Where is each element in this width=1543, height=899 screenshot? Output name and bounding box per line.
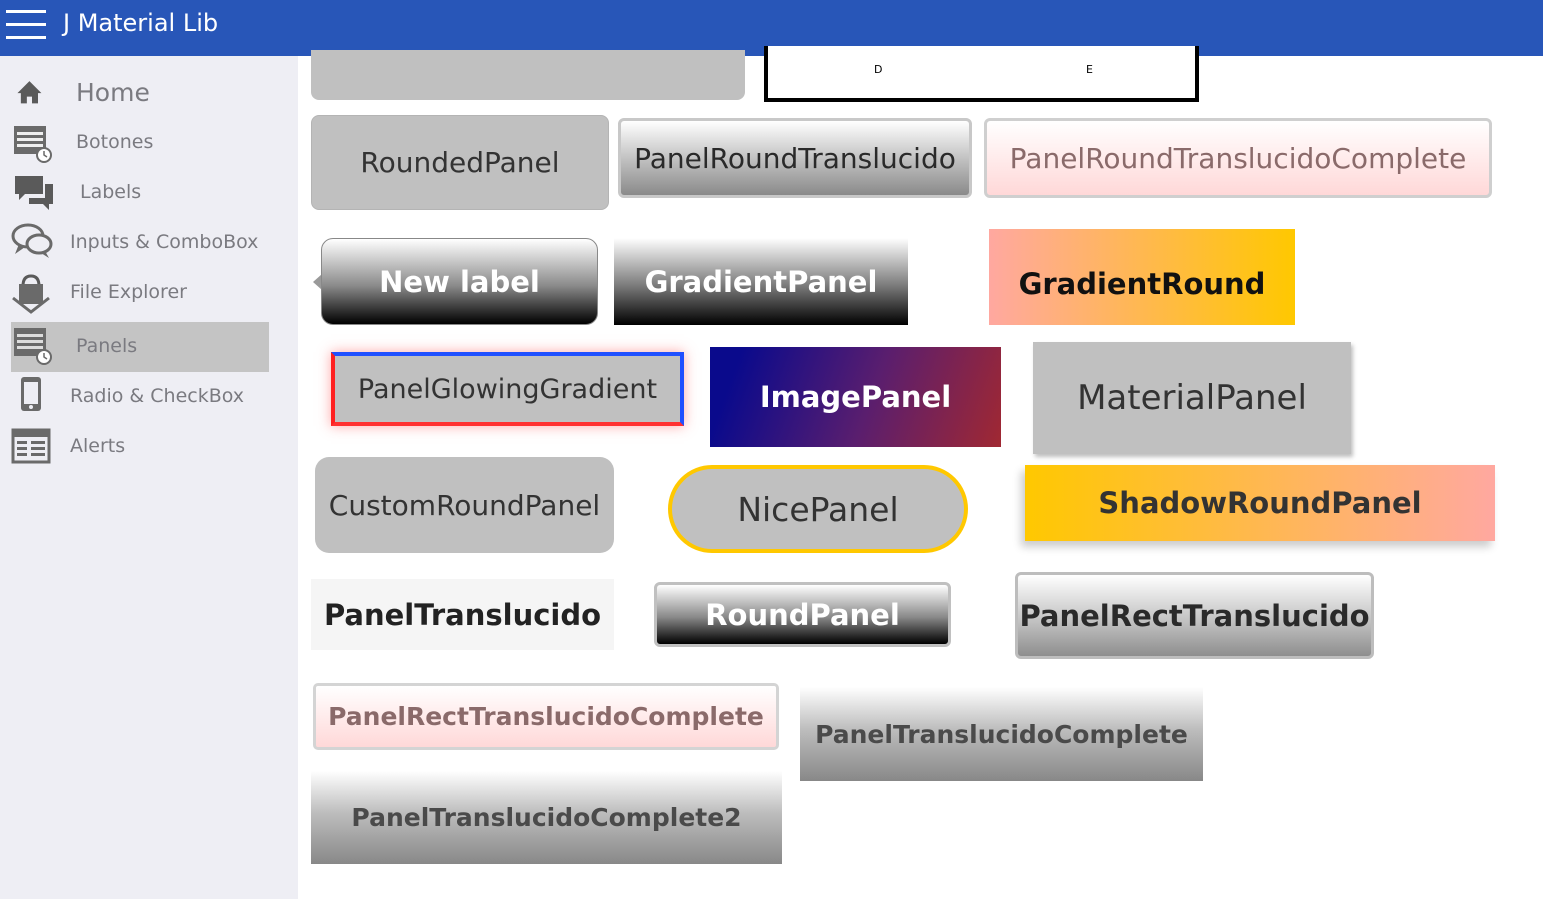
box-label-d: D — [874, 63, 883, 76]
panel-round-translucido-label: PanelRoundTranslucido — [634, 141, 956, 175]
phone-icon — [21, 377, 41, 411]
sidebar-item-labels[interactable]: Labels — [11, 174, 269, 224]
image-panel-label: ImagePanel — [759, 380, 952, 414]
custom-round-panel: CustomRoundPanel — [315, 457, 614, 553]
sidebar-item-label: Home — [76, 78, 150, 107]
round-panel-label: RoundPanel — [705, 597, 900, 632]
box-label-e: E — [1086, 63, 1093, 76]
material-panel: MaterialPanel — [1033, 342, 1351, 454]
nice-panel-label: NicePanel — [737, 489, 899, 529]
sidebar-item-panels[interactable]: Panels — [11, 322, 269, 372]
home-icon — [17, 81, 42, 104]
sidebar-item-inputs-combobox[interactable]: Inputs & ComboBox — [11, 223, 269, 274]
sidebar-item-label: Radio & CheckBox — [70, 385, 245, 407]
shopping-bag-icon — [12, 274, 50, 314]
panel-round-translucido-complete-label: PanelRoundTranslucidoComplete — [1009, 141, 1467, 175]
panel-rect-translucido-complete-label: PanelRectTranslucidoComplete — [328, 702, 764, 731]
new-label-text: New label — [379, 264, 540, 299]
sidebar-item-label: Alerts — [70, 435, 126, 457]
sidebar-item-botones[interactable]: Botones — [11, 124, 269, 174]
panel-translucido-complete2-label: PanelTranslucidoComplete2 — [351, 803, 742, 832]
panel-rect-translucido: PanelRectTranslucido — [1015, 572, 1374, 659]
sidebar-item-home[interactable]: Home — [11, 74, 269, 124]
speech-bubbles-icon — [11, 223, 53, 258]
letters-box-panel: D E — [764, 46, 1199, 102]
panel-rect-translucido-complete: PanelRectTranslucidoComplete — [313, 683, 779, 750]
gradient-round-label: GradientRound — [1018, 267, 1266, 301]
panel-round-translucido: PanelRoundTranslucido — [618, 118, 972, 198]
shadow-round-panel: ShadowRoundPanel — [1025, 465, 1495, 541]
nice-panel: NicePanel — [668, 465, 968, 553]
gradient-panel: GradientPanel — [614, 238, 908, 325]
app-title: J Material Lib — [63, 9, 219, 37]
panel-translucido-label: PanelTranslucido — [323, 597, 602, 632]
panel-glowing-gradient: PanelGlowingGradient — [331, 352, 684, 426]
panel-rect-translucido-label: PanelRectTranslucido — [1019, 598, 1370, 633]
sidebar-item-label: File Explorer — [70, 281, 187, 303]
sidebar: Home Botones Labels Inputs & ComboBox Fi… — [0, 56, 298, 899]
panel-glowing-gradient-label: PanelGlowingGradient — [357, 373, 658, 405]
rounded-panel-label: RoundedPanel — [360, 146, 560, 179]
round-panel: RoundPanel — [654, 582, 951, 647]
panel-translucido-complete2: PanelTranslucidoComplete2 — [311, 771, 782, 864]
panel-translucido-complete: PanelTranslucidoComplete — [800, 687, 1203, 781]
gradient-round-panel: GradientRound — [989, 229, 1295, 325]
newspaper-icon — [11, 428, 51, 464]
material-panel-label: MaterialPanel — [1077, 378, 1307, 418]
list-clock-icon — [14, 328, 52, 365]
panel-translucido: PanelTranslucido — [311, 579, 614, 650]
sidebar-item-label: Labels — [80, 181, 142, 203]
rounded-panel: RoundedPanel — [311, 115, 609, 210]
gradient-panel-label: GradientPanel — [644, 264, 878, 299]
sidebar-item-radio-checkbox[interactable]: Radio & CheckBox — [11, 374, 269, 424]
shadow-round-panel-label: ShadowRoundPanel — [1098, 486, 1422, 520]
image-panel: ImagePanel — [710, 347, 1001, 447]
sidebar-item-file-explorer[interactable]: File Explorer — [11, 274, 269, 324]
partial-gray-panel — [311, 50, 745, 100]
panel-round-translucido-complete: PanelRoundTranslucidoComplete — [984, 118, 1492, 198]
sidebar-item-label: Panels — [76, 335, 138, 357]
list-clock-icon — [14, 126, 52, 163]
panel-translucido-complete-label: PanelTranslucidoComplete — [815, 719, 1188, 749]
sidebar-item-label: Botones — [76, 131, 154, 153]
new-label-panel: New label — [321, 238, 598, 325]
chat-bubbles-icon — [15, 176, 53, 210]
sidebar-item-label: Inputs & ComboBox — [70, 231, 259, 253]
sidebar-item-alerts[interactable]: Alerts — [11, 424, 269, 474]
custom-round-panel-label: CustomRoundPanel — [328, 488, 601, 522]
menu-icon[interactable] — [6, 10, 46, 40]
